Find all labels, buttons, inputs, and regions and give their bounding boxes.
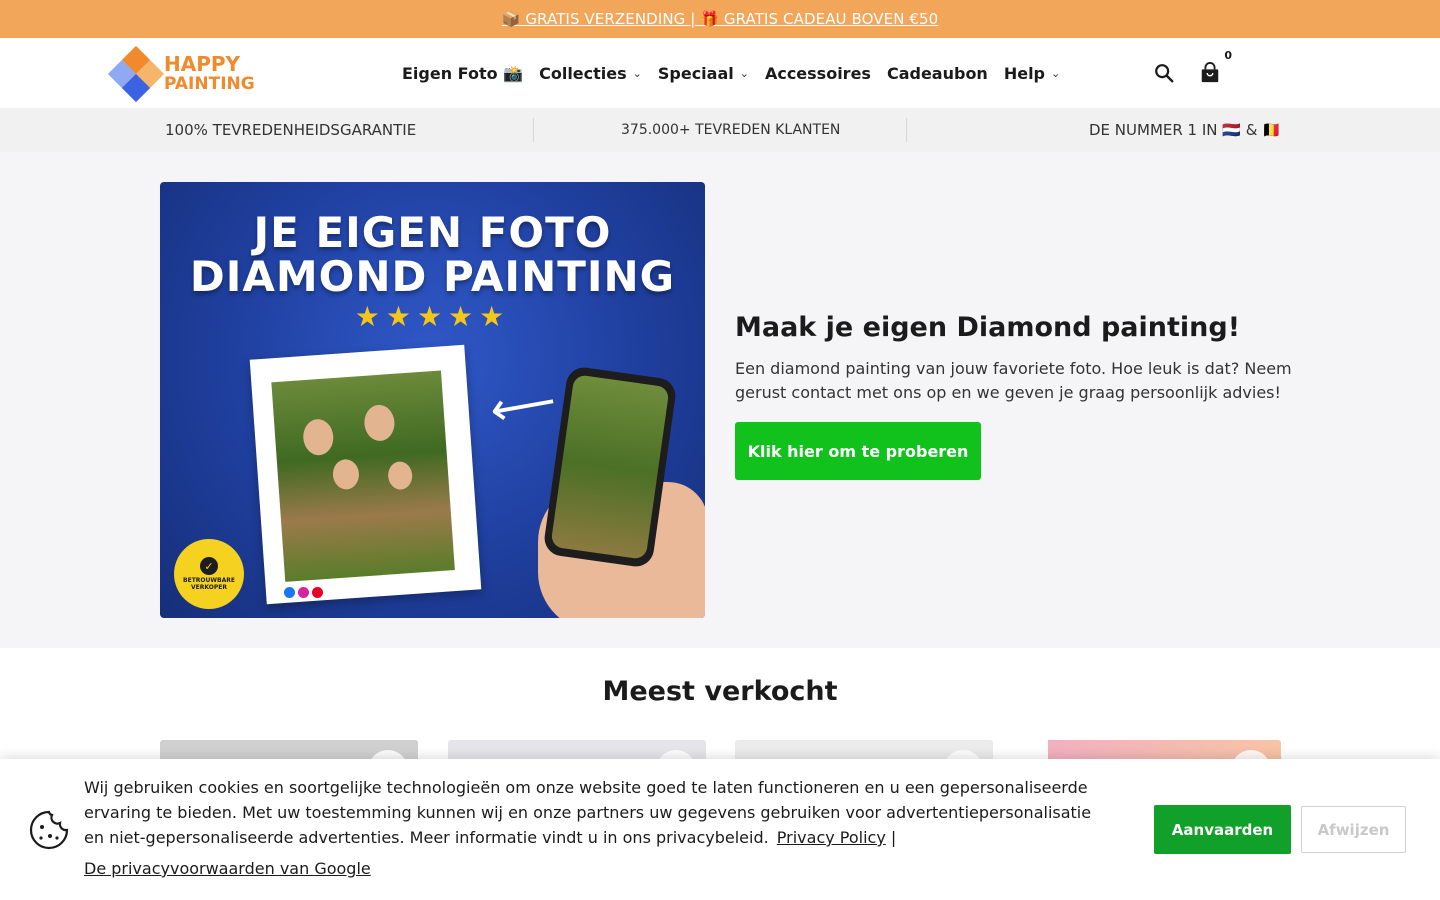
try-now-button[interactable]: Klik hier om te proberen [735, 422, 981, 480]
hero-image-title-1: JE EIGEN FOTO [253, 208, 612, 257]
chevron-down-icon: ⌄ [739, 66, 749, 80]
hero-section: JE EIGEN FOTO DIAMOND PAINTING ★★★★★ ⟵ ✓… [0, 152, 1440, 648]
nav-label: Cadeaubon [886, 63, 988, 83]
cookie-text: Wij gebruiken cookies en soortgelijke te… [84, 778, 1092, 847]
main-nav: Eigen Foto 📸 Collecties ⌄ Speciaal ⌄ Acc… [402, 38, 1060, 108]
reject-cookies-button[interactable]: Afwijzen [1301, 806, 1406, 853]
usp-guarantee: 100% TEVREDENHEIDSGARANTIE [165, 121, 417, 139]
phone-screen [550, 374, 670, 560]
trusted-seller-badge: ✓ BETROUWBARE VERKOPER [174, 539, 244, 609]
hero-text: Een diamond painting van jouw favoriete … [735, 359, 1292, 402]
chevron-down-icon: ⌄ [632, 66, 642, 80]
usp-bar: 100% TEVREDENHEIDSGARANTIE 375.000+ TEVR… [0, 108, 1440, 152]
best-sellers-heading: Meest verkocht [602, 676, 838, 707]
cookie-banner: Wij gebruiken cookies en soortgelijke te… [0, 759, 1440, 900]
nav-label: Help [1003, 63, 1046, 83]
nav-label: Speciaal [657, 63, 734, 83]
logo-line-2: PAINTING [164, 74, 255, 94]
site-header: HAPPY PAINTING Eigen Foto 📸 Collecties ⌄… [0, 38, 1440, 108]
nav-label: Collecties [539, 63, 627, 83]
badge-label: BETROUWBARE VERKOPER [183, 577, 235, 591]
family-photo [271, 370, 455, 582]
hero-image[interactable]: JE EIGEN FOTO DIAMOND PAINTING ★★★★★ ⟵ ✓… [160, 182, 705, 618]
logo-mark-icon [107, 45, 165, 103]
hero-heading: Maak je eigen Diamond painting! [735, 312, 1241, 343]
announcement-bar: 📦 GRATIS VERZENDING | 🎁 GRATIS CADEAU BO… [0, 0, 1440, 38]
link-separator: | [890, 828, 897, 847]
nav-label: Accessoires [764, 63, 871, 83]
arrow-icon: ⟵ [485, 372, 561, 438]
accept-cookies-button[interactable]: Aanvaarden [1154, 805, 1291, 854]
cart-button[interactable]: 0 [1198, 49, 1232, 85]
nav-label: Eigen Foto 📸 [402, 63, 524, 83]
cookie-icon [29, 810, 69, 850]
privacy-policy-link[interactable]: Privacy Policy [777, 828, 886, 847]
logo-line-1: HAPPY [164, 52, 241, 76]
rating-stars-icon: ★★★★★ [354, 300, 511, 333]
instagram-icon [298, 587, 309, 598]
nav-collecties[interactable]: Collecties ⌄ [539, 64, 642, 83]
usp-divider [906, 118, 907, 142]
usp-number-one: DE NUMMER 1 IN 🇳🇱 & 🇧🇪 [1089, 121, 1281, 139]
pinterest-icon [312, 587, 323, 598]
shopping-bag-icon [1201, 62, 1219, 83]
google-privacy-link[interactable]: De privacyvoorwaarden van Google [84, 856, 1114, 881]
nav-accessoires[interactable]: Accessoires [765, 64, 871, 83]
hero-copy: Maak je eigen Diamond painting! Een diam… [735, 312, 1295, 480]
search-icon [1155, 64, 1174, 83]
usp-divider [533, 118, 534, 142]
nav-speciaal[interactable]: Speciaal ⌄ [658, 64, 749, 83]
logo-text: HAPPY PAINTING [164, 54, 255, 94]
nav-eigen-foto[interactable]: Eigen Foto 📸 [402, 64, 523, 83]
chevron-down-icon: ⌄ [1051, 66, 1061, 80]
nav-help[interactable]: Help ⌄ [1004, 64, 1060, 83]
usp-customers: 375.000+ TEVREDEN KLANTEN [621, 122, 841, 138]
cart-count-badge: 0 [1224, 49, 1232, 62]
announcement-link[interactable]: 📦 GRATIS VERZENDING | 🎁 GRATIS CADEAU BO… [502, 10, 939, 28]
photo-frame [249, 344, 482, 605]
logo[interactable]: HAPPY PAINTING [107, 45, 255, 103]
hero-image-title-2: DIAMOND PAINTING [189, 252, 676, 301]
header-actions: 0 [1152, 38, 1232, 108]
checkmark-icon: ✓ [200, 557, 218, 575]
cookie-message: Wij gebruiken cookies en soortgelijke te… [84, 775, 1114, 881]
facebook-icon [284, 587, 295, 598]
social-icons [284, 587, 323, 598]
nav-cadeaubon[interactable]: Cadeaubon [887, 64, 988, 83]
search-button[interactable] [1152, 61, 1176, 85]
